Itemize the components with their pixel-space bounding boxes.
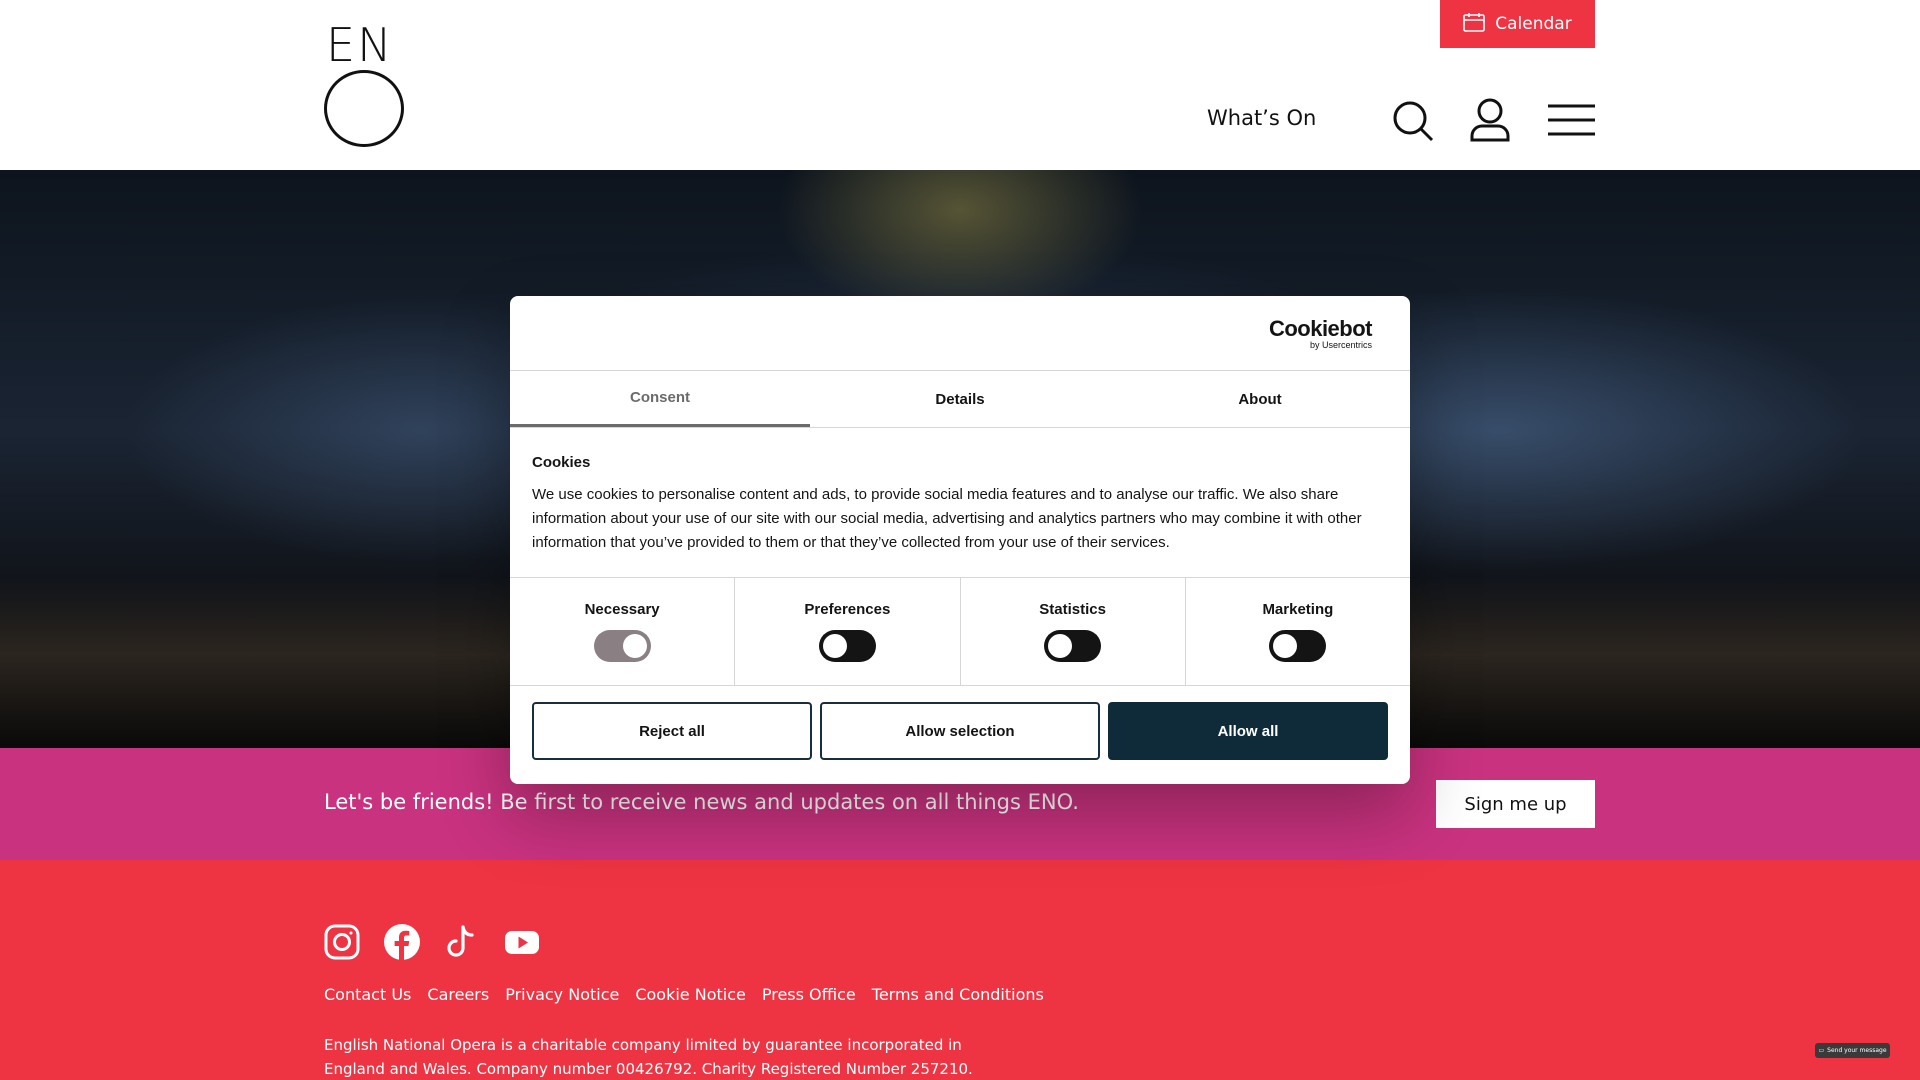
cookie-dialog-body: Cookies We use cookies to personalise co… bbox=[510, 428, 1410, 578]
switch-necessary: Necessary bbox=[510, 578, 736, 685]
cookiebot-brand: Cookiebot bbox=[1268, 316, 1373, 341]
switch-label: Marketing bbox=[1262, 601, 1334, 618]
tab-details[interactable]: Details bbox=[810, 371, 1110, 427]
preferences-toggle[interactable] bbox=[818, 630, 876, 662]
social-links bbox=[324, 924, 540, 960]
site-footer: Contact Us Careers Privacy Notice Cookie… bbox=[0, 860, 1920, 1080]
tab-about[interactable]: About bbox=[1110, 371, 1410, 427]
chat-widget[interactable]: ▭ Send your message bbox=[1815, 1043, 1890, 1058]
necessary-toggle bbox=[593, 630, 651, 662]
search-icon[interactable] bbox=[1392, 100, 1434, 142]
facebook-icon[interactable] bbox=[384, 924, 420, 960]
site-header: EN Calendar What’s On bbox=[0, 0, 1920, 170]
footer-link-careers[interactable]: Careers bbox=[427, 985, 489, 1004]
cookie-category-switches: Necessary Preferences Statistics Marketi… bbox=[510, 578, 1410, 686]
cookie-dialog-title: Cookies bbox=[532, 454, 591, 471]
footer-link-cookie-notice[interactable]: Cookie Notice bbox=[635, 985, 746, 1004]
footer-links: Contact Us Careers Privacy Notice Cookie… bbox=[324, 985, 1044, 1004]
cookie-dialog-description: We use cookies to personalise content an… bbox=[532, 486, 1362, 551]
statistics-toggle[interactable] bbox=[1044, 630, 1102, 662]
reject-all-button[interactable]: Reject all bbox=[532, 702, 812, 760]
switch-preferences: Preferences bbox=[735, 578, 961, 685]
marketing-toggle[interactable] bbox=[1269, 630, 1327, 662]
chat-widget-label: Send your message bbox=[1827, 1047, 1887, 1054]
footer-link-privacy-notice[interactable]: Privacy Notice bbox=[505, 985, 619, 1004]
logo-circle bbox=[324, 70, 404, 147]
allow-all-button[interactable]: Allow all bbox=[1108, 702, 1388, 760]
switch-label: Statistics bbox=[1039, 601, 1106, 618]
eno-logo[interactable]: EN bbox=[324, 22, 404, 147]
cookiebot-logo[interactable]: Cookiebot by Usercentrics bbox=[1268, 316, 1373, 351]
switch-label: Preferences bbox=[804, 601, 891, 618]
footer-legal-text: English National Opera is a charitable c… bbox=[324, 1036, 973, 1078]
cookie-dialog-buttons: Reject all Allow selection Allow all bbox=[510, 686, 1410, 776]
calendar-button[interactable]: Calendar bbox=[1440, 0, 1595, 48]
menu-icon[interactable] bbox=[1548, 104, 1595, 136]
cookie-consent-dialog: Cookiebot by Usercentrics Consent Detail… bbox=[510, 296, 1410, 784]
footer-link-terms[interactable]: Terms and Conditions bbox=[872, 985, 1044, 1004]
footer-link-contact-us[interactable]: Contact Us bbox=[324, 985, 411, 1004]
switch-marketing: Marketing bbox=[1186, 578, 1410, 685]
instagram-icon[interactable] bbox=[324, 924, 360, 960]
logo-text: EN bbox=[326, 18, 394, 72]
calendar-icon bbox=[1463, 12, 1486, 37]
nav-whats-on[interactable]: What’s On bbox=[1207, 106, 1316, 130]
cookiebot-brand-sub: by Usercentrics bbox=[1309, 340, 1372, 350]
newsletter-text: Let's be friends! Be first to receive ne… bbox=[324, 790, 1079, 814]
footer-link-press-office[interactable]: Press Office bbox=[762, 985, 856, 1004]
chat-icon: ▭ bbox=[1818, 1047, 1825, 1054]
youtube-icon[interactable] bbox=[504, 924, 540, 960]
cookie-dialog-tabs: Consent Details About bbox=[510, 371, 1410, 428]
sign-up-button[interactable]: Sign me up bbox=[1436, 780, 1595, 828]
calendar-label: Calendar bbox=[1495, 14, 1572, 34]
allow-selection-button[interactable]: Allow selection bbox=[820, 702, 1100, 760]
cookie-dialog-header: Cookiebot by Usercentrics bbox=[510, 296, 1410, 371]
account-icon[interactable] bbox=[1470, 98, 1510, 142]
switch-label: Necessary bbox=[584, 601, 660, 618]
tiktok-icon[interactable] bbox=[444, 924, 480, 960]
switch-statistics: Statistics bbox=[961, 578, 1186, 685]
tab-consent[interactable]: Consent bbox=[510, 371, 810, 427]
